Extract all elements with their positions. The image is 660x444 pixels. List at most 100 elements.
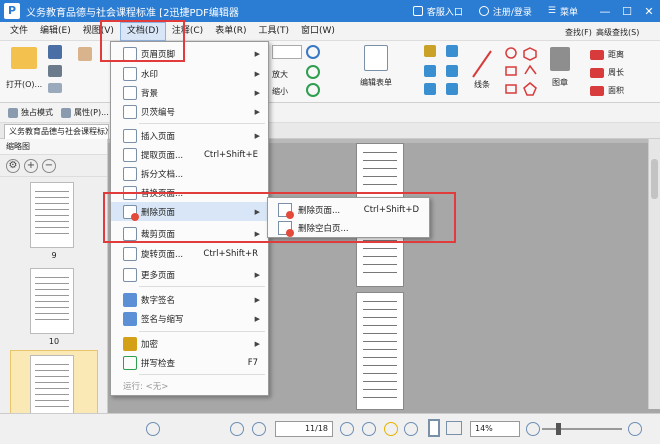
form-image-button[interactable] — [446, 65, 458, 77]
menu-tools[interactable]: 工具(T) — [252, 22, 295, 41]
rotate-page-icon — [123, 246, 137, 261]
menu-item-rotate-page[interactable]: 旋转页面... Ctrl+Shift+R — [111, 244, 268, 263]
menu-window[interactable]: 窗口(W) — [295, 22, 341, 41]
area-button[interactable]: 面积 — [590, 85, 624, 96]
image-icon — [446, 65, 458, 77]
open-button[interactable]: 打开(O)... — [6, 47, 42, 90]
forward-icon[interactable] — [404, 422, 418, 436]
double-page-view-icon[interactable] — [446, 421, 462, 435]
link-icon — [446, 45, 458, 57]
last-page-icon[interactable] — [362, 422, 376, 436]
digital-signature-icon — [123, 292, 137, 307]
zoom-slider[interactable] — [542, 428, 622, 430]
zoom-dropdown[interactable] — [272, 45, 302, 59]
bates-icon — [123, 104, 137, 119]
menu-comment[interactable]: 注释(C) — [166, 22, 209, 41]
settings-icon[interactable] — [146, 422, 160, 436]
submenu-arrow-icon: ▶ — [254, 339, 260, 348]
first-page-icon[interactable] — [230, 422, 244, 436]
zoom-in-label: 放大 — [272, 70, 288, 79]
submenu-arrow-icon: ▶ — [254, 131, 260, 140]
user-icon — [478, 6, 489, 16]
email-button[interactable] — [48, 83, 62, 93]
menu-item-delete-page[interactable]: 删除页面 ▶ — [111, 202, 268, 221]
menu-item-bates[interactable]: 贝茨编号 ▶ — [111, 102, 268, 121]
more-pages-icon — [123, 267, 137, 282]
menu-item-encrypt[interactable]: 加密 ▶ — [111, 334, 268, 353]
title-bar: P 义务教育品德与社会课程标准 [2迅捷PDF编辑器 客服入口 注册/登录 ☰ 菜… — [0, 0, 660, 22]
status-bar: 11/18 14% — [0, 413, 660, 444]
hand-tool-button[interactable] — [78, 47, 92, 61]
zoom-dropdown-box[interactable] — [272, 45, 302, 59]
scrollbar-thumb[interactable] — [651, 159, 658, 199]
perimeter-button[interactable]: 周长 — [590, 67, 624, 78]
zoom-level-select[interactable]: 14% — [470, 421, 520, 437]
menu-item-replace-page[interactable]: 替换页面... — [111, 183, 268, 202]
menu-item-watermark[interactable]: 水印 ▶ — [111, 64, 268, 83]
zoom-in-button[interactable] — [306, 45, 320, 59]
thumbnail-page-9[interactable] — [30, 182, 74, 248]
find-button[interactable]: 查找(F) — [565, 27, 592, 38]
spell-check-icon — [123, 355, 137, 370]
menu-item-crop-page[interactable]: 裁剪页面 ▶ — [111, 224, 268, 243]
service-icon — [412, 6, 423, 16]
form-sound-button[interactable] — [424, 83, 436, 95]
advanced-find-button[interactable]: 高级查找(S) — [596, 27, 639, 38]
menu-item-more-pages[interactable]: 更多页面 ▶ — [111, 265, 268, 284]
menu-item-insert-page[interactable]: 插入页面 ▶ — [111, 126, 268, 145]
submenu-item-delete-pages[interactable]: 删除页面... Ctrl+Shift+D — [268, 201, 429, 219]
thumbnail-page-11[interactable] — [30, 355, 74, 421]
page-number-input[interactable]: 11/18 — [275, 421, 333, 437]
minimize-button[interactable]: — — [594, 5, 616, 18]
form-attach-button[interactable] — [446, 83, 458, 95]
menu-item-background[interactable]: 背景 ▶ — [111, 83, 268, 102]
login-button[interactable]: 注册/登录 — [478, 5, 532, 18]
back-icon[interactable] — [384, 422, 398, 436]
form-link-button[interactable] — [446, 45, 458, 57]
stamp-icon — [550, 47, 570, 71]
zoom-slider-handle[interactable] — [556, 423, 561, 435]
maximize-button[interactable]: ☐ — [616, 5, 638, 18]
menu-form[interactable]: 表单(R) — [209, 22, 252, 41]
menu-item-sign-initial[interactable]: 签名与缩写 ▶ — [111, 309, 268, 328]
thumbnail-tools: ⚙ + − — [0, 155, 107, 177]
menu-item-spell-check[interactable]: 拼写检查 F7 — [111, 353, 268, 372]
line-tool-button[interactable]: 线条 — [470, 49, 494, 90]
menu-edit[interactable]: 编辑(E) — [34, 22, 77, 41]
menu-view[interactable]: 视图(V) — [77, 22, 120, 41]
menu-item-digital-signature[interactable]: 数字签名 ▶ — [111, 290, 268, 309]
edit-form-button[interactable]: 编辑表单 — [360, 45, 392, 88]
menu-item-extract-page[interactable]: 提取页面... Ctrl+Shift+E — [111, 145, 268, 164]
form-text-button[interactable] — [424, 45, 436, 57]
menu-item-header-footer[interactable]: 页眉页脚 ▶ — [111, 44, 268, 63]
rotate-right-button[interactable] — [306, 83, 320, 97]
exclusive-mode-button[interactable]: 独占模式 — [8, 107, 53, 118]
zoom-in-status-icon[interactable] — [628, 422, 642, 436]
thumbnail-page-10[interactable] — [30, 268, 74, 334]
properties-button[interactable]: 属性(P)... — [61, 107, 109, 118]
thumb-zoom-in-icon[interactable]: + — [24, 158, 38, 173]
menu-item-split-document[interactable]: 拆分文档... — [111, 164, 268, 183]
single-page-view-icon[interactable] — [428, 419, 440, 437]
form-check-button[interactable] — [424, 65, 436, 77]
close-button[interactable]: ✕ — [638, 5, 660, 18]
service-entry-button[interactable]: 客服入口 — [412, 5, 463, 18]
shape-tools[interactable] — [502, 45, 546, 99]
menu-button[interactable]: ☰ 菜单 — [548, 5, 578, 18]
submenu-arrow-icon: ▶ — [254, 295, 260, 304]
rotate-left-button[interactable] — [306, 65, 320, 79]
vertical-scrollbar[interactable] — [648, 139, 660, 409]
save-button[interactable] — [48, 45, 62, 59]
next-page-icon[interactable] — [340, 422, 354, 436]
menu-file[interactable]: 文件 — [4, 22, 34, 41]
document-tab[interactable]: 义务教育品德与社会课程标准 — [4, 124, 109, 139]
prev-page-icon[interactable] — [252, 422, 266, 436]
thumb-zoom-out-icon[interactable]: − — [42, 158, 56, 173]
menu-document[interactable]: 文档(D) — [119, 21, 166, 41]
zoom-out-icon[interactable] — [526, 422, 540, 436]
print-button[interactable] — [48, 65, 62, 77]
stamp-button[interactable]: 图章 — [550, 47, 570, 88]
thumb-options-icon[interactable]: ⚙ — [6, 158, 20, 173]
submenu-item-delete-blank-pages[interactable]: 删除空白页... — [268, 219, 429, 237]
distance-button[interactable]: 距离 — [590, 49, 624, 60]
